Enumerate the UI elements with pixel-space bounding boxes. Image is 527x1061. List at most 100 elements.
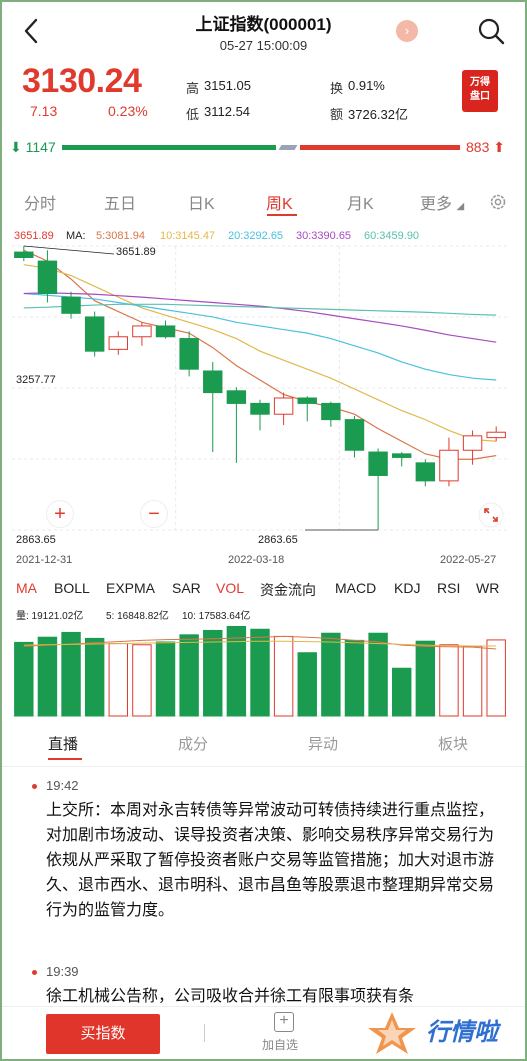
volume-bar xyxy=(108,643,128,717)
gear-icon[interactable] xyxy=(488,192,508,212)
tab-daily-k[interactable]: 日K xyxy=(188,190,215,214)
chart-low-marker: 2863.65 xyxy=(258,534,298,546)
indicator-macd[interactable]: MACD xyxy=(335,580,376,596)
turnover-label: 换 xyxy=(330,81,344,96)
volume-bar xyxy=(226,625,247,717)
indicator-expma[interactable]: EXPMA xyxy=(106,580,155,596)
advancers-bar xyxy=(62,145,276,150)
price-change-percent: 0.23% xyxy=(108,103,148,119)
volume-bar xyxy=(203,629,223,717)
volume-bar xyxy=(368,632,388,717)
amount-value: 3726.32亿 xyxy=(348,107,408,122)
buy-index-button[interactable]: 买指数 xyxy=(46,1014,160,1054)
add-watchlist-label[interactable]: 加自选 xyxy=(262,1036,298,1053)
volume-bar xyxy=(392,667,412,717)
candle-body xyxy=(273,397,294,415)
candle-body xyxy=(486,431,506,439)
section-active-indicator xyxy=(48,758,82,760)
zoom-out-button[interactable]: − xyxy=(140,500,168,528)
volume-bar xyxy=(297,652,317,717)
volume-bar xyxy=(415,640,436,717)
indicator-vol[interactable]: VOL xyxy=(216,580,244,596)
turnover-value: 0.91% xyxy=(348,78,385,93)
indicator-fund-flow[interactable]: 资金流向 xyxy=(260,580,316,600)
svg-text:行情啦: 行情啦 xyxy=(426,1018,502,1046)
volume-bar xyxy=(250,628,270,717)
section-sectors[interactable]: 板块 xyxy=(438,733,468,754)
volume-bar xyxy=(344,639,365,717)
date-end-label: 2022-05-27 xyxy=(440,554,497,566)
quote-datetime: 05-27 15:00:09 xyxy=(219,38,308,53)
amount-label: 额 xyxy=(330,107,344,122)
section-movers[interactable]: 异动 xyxy=(308,733,338,754)
volume-chart xyxy=(12,625,508,717)
high-label: 高 xyxy=(186,81,200,96)
add-watchlist-icon[interactable]: + xyxy=(274,1012,294,1032)
price-change: 7.13 xyxy=(30,103,58,119)
candle-body xyxy=(226,390,247,404)
candle-body xyxy=(155,325,176,338)
divider xyxy=(204,1024,205,1042)
candle-body xyxy=(297,397,317,404)
caret-down-icon: ◢ xyxy=(456,201,465,212)
indicator-boll[interactable]: BOLL xyxy=(54,580,90,596)
indicator-sar[interactable]: SAR xyxy=(172,580,201,596)
decliners-number: 883 xyxy=(466,139,490,155)
news-dot-icon xyxy=(32,784,37,789)
candle-body xyxy=(344,419,365,451)
search-icon[interactable] xyxy=(476,16,506,46)
candle-body xyxy=(14,251,34,258)
tab-monthly-k[interactable]: 月K xyxy=(347,190,374,214)
chart-mid-label: 3257.77 xyxy=(16,374,56,386)
volume-bar xyxy=(321,632,341,717)
zoom-in-button[interactable]: + xyxy=(46,500,74,528)
candle-body xyxy=(368,451,388,476)
order-book-badge-text: 万得 盘口 xyxy=(470,77,490,102)
watermark-logo: 行情啦 xyxy=(368,1012,502,1054)
advancers-count: ⬇ 1147 xyxy=(10,139,56,155)
news-time: 19:39 xyxy=(46,964,79,979)
candle-body xyxy=(203,370,223,394)
volume-bar xyxy=(155,641,176,717)
section-live[interactable]: 直播 xyxy=(48,733,78,754)
candle-body xyxy=(179,338,199,370)
indicator-wr[interactable]: WR xyxy=(476,580,499,596)
candle-body xyxy=(132,325,152,338)
tab-weekly-k[interactable]: 周K xyxy=(266,190,293,214)
weekly-candlestick-chart[interactable] xyxy=(0,240,527,570)
current-price: 3130.24 xyxy=(22,62,142,100)
candle-body xyxy=(84,316,105,352)
tab-more-label: 更多 xyxy=(420,196,453,213)
volume-bar xyxy=(132,644,152,717)
tab-intraday[interactable]: 分时 xyxy=(24,190,56,214)
news-time: 19:42 xyxy=(46,778,79,793)
volume-bar xyxy=(462,645,483,717)
tab-5day[interactable]: 五日 xyxy=(104,190,136,214)
date-start-label: 2021-12-31 xyxy=(16,554,73,566)
page-title: 上证指数(000001) xyxy=(195,15,332,34)
candle-body xyxy=(439,449,459,482)
volume-bar xyxy=(84,637,105,717)
volume-bar xyxy=(14,641,34,717)
high-marker-line xyxy=(23,245,115,255)
section-constituents[interactable]: 成分 xyxy=(178,733,208,754)
fullscreen-icon[interactable] xyxy=(478,502,504,528)
news-item[interactable]: 上交所：本周对永吉转债等异常波动可转债持续进行重点监控，对加剧市场波动、误导投资… xyxy=(46,798,496,923)
tab-more[interactable]: 更多 ◢ xyxy=(420,190,464,214)
candle-body xyxy=(250,402,270,415)
candle-body xyxy=(415,462,436,482)
indicator-ma[interactable]: MA xyxy=(16,580,37,596)
next-stock-icon[interactable]: › xyxy=(396,20,418,42)
volume-bar xyxy=(439,644,459,717)
volume-bar xyxy=(37,636,58,717)
low-label: 低 xyxy=(186,107,200,122)
indicator-kdj[interactable]: KDJ xyxy=(394,580,420,596)
volume-bar xyxy=(273,635,294,717)
low-value: 3112.54 xyxy=(204,104,251,119)
order-book-badge[interactable]: 万得 盘口 xyxy=(462,70,498,112)
volume-bar xyxy=(179,634,199,717)
candle-body xyxy=(462,435,483,451)
high-value: 3151.05 xyxy=(204,78,251,93)
indicator-rsi[interactable]: RSI xyxy=(437,580,460,596)
candle-body xyxy=(321,402,341,421)
